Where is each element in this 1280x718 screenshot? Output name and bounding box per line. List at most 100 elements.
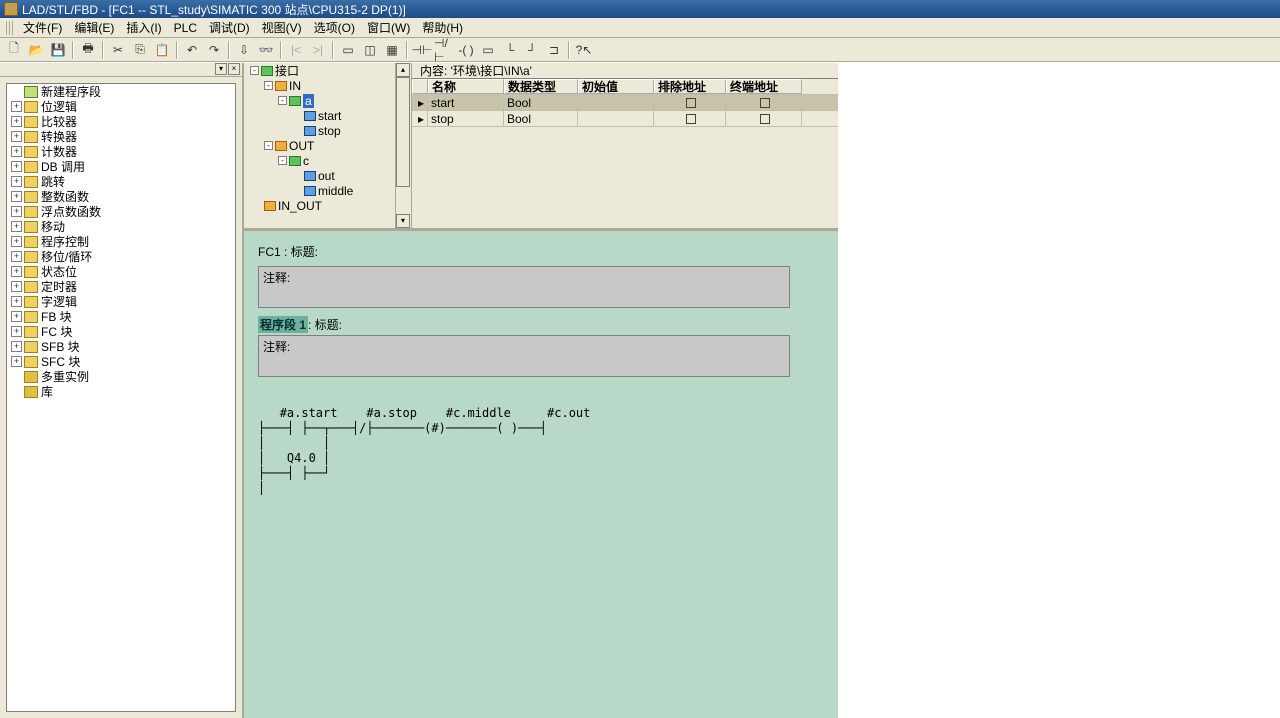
menu-file[interactable]: 文件(F) (17, 17, 68, 38)
expand-icon[interactable]: + (11, 131, 22, 142)
detail-button[interactable]: ◫ (360, 40, 380, 60)
catalog-item[interactable]: +库 (7, 384, 235, 399)
new-button[interactable]: 🗋 (4, 40, 24, 60)
catalog-item[interactable]: +多重实例 (7, 369, 235, 384)
ladder-diagram[interactable]: #a.start #a.stop #c.middle #c.out ├───┤ … (258, 391, 824, 526)
catalog-item[interactable]: +程序控制 (7, 234, 235, 249)
redo-button[interactable]: ↷ (204, 40, 224, 60)
col-end[interactable]: 终端地址 (726, 79, 802, 94)
table-row[interactable]: ▸stopBool (412, 111, 838, 127)
col-name[interactable]: 名称 (428, 79, 504, 94)
expand-icon[interactable]: - (278, 156, 287, 165)
cell-type[interactable]: Bool (504, 95, 578, 110)
segment-label[interactable]: 程序段 1 (258, 316, 308, 333)
expand-icon[interactable]: + (11, 206, 22, 217)
catalog-tree[interactable]: +新建程序段+位逻辑+比较器+转换器+计数器+DB 调用+跳转+整数函数+浮点数… (6, 83, 236, 712)
scroll-down-icon[interactable]: ▾ (396, 214, 410, 228)
catalog-item[interactable]: +移位/循环 (7, 249, 235, 264)
col-init[interactable]: 初始值 (578, 79, 654, 94)
interface-in-start[interactable]: start (318, 109, 341, 123)
checkbox[interactable] (686, 114, 696, 124)
catalog-item[interactable]: +比较器 (7, 114, 235, 129)
variable-grid[interactable]: 名称 数据类型 初始值 排除地址 终端地址 ▸startBool▸stopBoo… (412, 79, 838, 228)
menu-edit[interactable]: 编辑(E) (68, 17, 120, 38)
menu-view[interactable]: 视图(V) (256, 17, 308, 38)
expand-icon[interactable]: + (11, 116, 22, 127)
expand-icon[interactable]: - (250, 66, 259, 75)
contact-nc-button[interactable]: ⊣/⊢ (434, 40, 454, 60)
catalog-dropdown-icon[interactable]: ▾ (215, 63, 227, 75)
menu-options[interactable]: 选项(O) (308, 17, 361, 38)
catalog-item[interactable]: +浮点数函数 (7, 204, 235, 219)
catalog-item[interactable]: +状态位 (7, 264, 235, 279)
code-editor[interactable]: FC1 : 标题: 注释: 程序段 1: 标题: 注释: #a.start #a… (244, 231, 838, 718)
col-type[interactable]: 数据类型 (504, 79, 578, 94)
interface-out-middle[interactable]: middle (318, 184, 353, 198)
menu-insert[interactable]: 插入(I) (120, 17, 167, 38)
catalog-close-icon[interactable]: × (228, 63, 240, 75)
expand-icon[interactable]: + (11, 341, 22, 352)
interface-out[interactable]: OUT (289, 139, 314, 153)
expand-icon[interactable]: + (11, 266, 22, 277)
catalog-item[interactable]: +FB 块 (7, 309, 235, 324)
interface-inout[interactable]: IN_OUT (278, 199, 322, 213)
col-exclude[interactable]: 排除地址 (654, 79, 726, 94)
catalog-item[interactable]: +FC 块 (7, 324, 235, 339)
help-button[interactable]: ?↖ (574, 40, 594, 60)
expand-icon[interactable]: + (11, 356, 22, 367)
branch-close-button[interactable]: ┘ (522, 40, 542, 60)
interface-in-a[interactable]: a (303, 94, 314, 108)
overview-button[interactable]: ▭ (338, 40, 358, 60)
cell-init[interactable] (578, 95, 654, 110)
catalog-item[interactable]: +跳转 (7, 174, 235, 189)
expand-icon[interactable]: + (11, 296, 22, 307)
expand-icon[interactable]: + (11, 281, 22, 292)
interface-out-out[interactable]: out (318, 169, 335, 183)
interface-in-stop[interactable]: stop (318, 124, 341, 138)
catalog-item[interactable]: +转换器 (7, 129, 235, 144)
expand-icon[interactable]: + (11, 236, 22, 247)
monitor-button[interactable]: 👓 (256, 40, 276, 60)
interface-scrollbar[interactable]: ▴ ▾ (395, 63, 411, 228)
expand-icon[interactable]: - (264, 81, 273, 90)
segment-comment-box[interactable]: 注释: (258, 335, 790, 377)
open-button[interactable]: 📂 (26, 40, 46, 60)
interface-tree[interactable]: - 接口 - IN - a (244, 63, 412, 228)
catalog-item[interactable]: +定时器 (7, 279, 235, 294)
connection-button[interactable]: ⊐ (544, 40, 564, 60)
catalog-item[interactable]: +新建程序段 (7, 84, 235, 99)
interface-in[interactable]: IN (289, 79, 301, 93)
scroll-up-icon[interactable]: ▴ (396, 63, 410, 77)
catalog-item[interactable]: +SFB 块 (7, 339, 235, 354)
expand-icon[interactable]: + (11, 221, 22, 232)
nav-next-button[interactable]: >| (308, 40, 328, 60)
undo-button[interactable]: ↶ (182, 40, 202, 60)
checkbox[interactable] (760, 98, 770, 108)
box-button[interactable]: ▭ (478, 40, 498, 60)
menu-debug[interactable]: 调试(D) (203, 17, 256, 38)
download-button[interactable]: ⇩ (234, 40, 254, 60)
branch-open-button[interactable]: └ (500, 40, 520, 60)
expand-icon[interactable]: + (11, 176, 22, 187)
cell-end[interactable] (726, 95, 802, 110)
catalog-button[interactable]: ▦ (382, 40, 402, 60)
expand-icon[interactable]: + (11, 251, 22, 262)
cell-end[interactable] (726, 111, 802, 126)
menu-plc[interactable]: PLC (168, 19, 203, 37)
comment-box[interactable]: 注释: (258, 266, 790, 308)
expand-icon[interactable]: + (11, 311, 22, 322)
coil-button[interactable]: -( ) (456, 40, 476, 60)
catalog-item[interactable]: +计数器 (7, 144, 235, 159)
cell-type[interactable]: Bool (504, 111, 578, 126)
catalog-item[interactable]: +DB 调用 (7, 159, 235, 174)
menu-window[interactable]: 窗口(W) (361, 17, 416, 38)
catalog-item[interactable]: +整数函数 (7, 189, 235, 204)
interface-out-c[interactable]: c (303, 154, 309, 168)
catalog-item[interactable]: +位逻辑 (7, 99, 235, 114)
expand-icon[interactable]: - (264, 141, 273, 150)
catalog-item[interactable]: +SFC 块 (7, 354, 235, 369)
table-row[interactable]: ▸startBool (412, 95, 838, 111)
scroll-thumb[interactable] (396, 77, 410, 187)
cell-exclude[interactable] (654, 95, 726, 110)
expand-icon[interactable]: + (11, 326, 22, 337)
